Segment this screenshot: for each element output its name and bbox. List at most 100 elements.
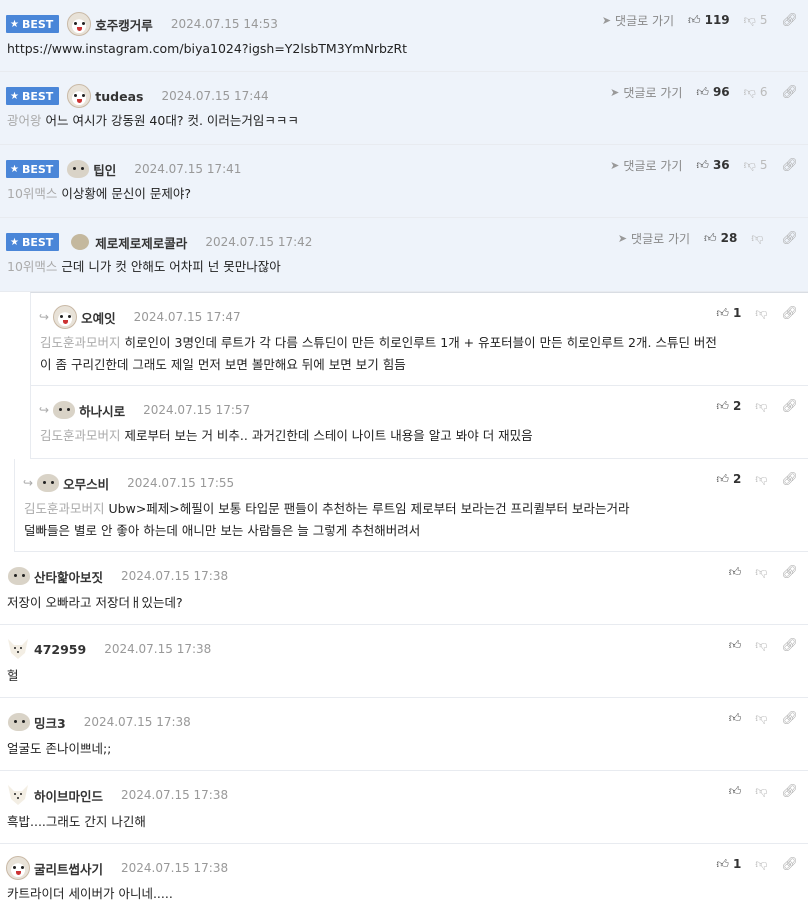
comment-body: 얼굴도 존나이쁘네;; bbox=[7, 738, 111, 760]
nickname[interactable]: 하나시로 bbox=[79, 401, 125, 420]
goto-comment-button[interactable]: ➤ 댓글로 가기 bbox=[610, 84, 682, 101]
avatar[interactable] bbox=[67, 12, 92, 36]
downvote-button[interactable]: 👎︎ bbox=[755, 472, 767, 487]
avatar[interactable] bbox=[6, 637, 30, 661]
downvote-button[interactable]: 👎︎ bbox=[755, 784, 767, 799]
user-tag: 10위맥스 bbox=[7, 186, 58, 201]
nickname[interactable]: 오무스비 bbox=[63, 474, 109, 493]
upvote-button[interactable]: 👍︎ 96 bbox=[696, 85, 729, 100]
link-icon[interactable]: 🔗︎ bbox=[781, 472, 798, 487]
avatar[interactable] bbox=[53, 401, 76, 419]
link-icon[interactable]: 🔗︎ bbox=[781, 13, 798, 28]
downvote-button[interactable]: 👎︎ bbox=[755, 399, 767, 414]
link-icon[interactable]: 🔗︎ bbox=[781, 306, 798, 321]
downvote-count: 5 bbox=[759, 158, 768, 172]
send-arrow-icon: ➤ bbox=[610, 85, 620, 99]
thumbs-up-icon: 👍︎ bbox=[696, 157, 709, 172]
goto-comment-button[interactable]: ➤ 댓글로 가기 bbox=[610, 157, 682, 174]
nickname[interactable]: 호주캥거루 bbox=[95, 15, 153, 34]
downvote-button[interactable]: 👎︎ 5 bbox=[744, 13, 768, 28]
avatar[interactable] bbox=[8, 713, 30, 731]
upvote-button[interactable]: 👍︎ bbox=[729, 784, 742, 799]
upvote-button[interactable]: 👍︎ 119 bbox=[688, 13, 730, 28]
upvote-button[interactable]: 👍︎ 2 bbox=[716, 399, 741, 414]
nickname[interactable]: 팁인 bbox=[93, 160, 116, 179]
link-icon[interactable]: 🔗︎ bbox=[781, 711, 798, 726]
nickname[interactable]: tudeas bbox=[95, 89, 143, 104]
thumbs-up-icon: 👍︎ bbox=[728, 637, 742, 652]
upvote-button[interactable]: 👍︎ 1 bbox=[716, 306, 741, 321]
link-icon[interactable]: 🔗︎ bbox=[781, 784, 798, 799]
downvote-button[interactable]: 👎︎ bbox=[755, 306, 767, 321]
upvote-count: 2 bbox=[732, 472, 742, 486]
nickname[interactable]: 472959 bbox=[34, 642, 86, 657]
link-icon[interactable]: 🔗︎ bbox=[781, 85, 798, 100]
comment-text: 흑밥....그래도 간지 나긴해 bbox=[7, 814, 146, 829]
nickname[interactable]: 하이브마인드 bbox=[34, 786, 103, 805]
thumbs-down-icon: 👎︎ bbox=[743, 12, 756, 27]
comment: ★ BEST tudeas 2024.07.15 17:44 ➤ 댓글로 가기 👍︎… bbox=[0, 72, 808, 145]
comment-text: 이상황에 문신이 문제야? bbox=[61, 186, 191, 201]
comment-actions: 👍︎ 👎︎ 🔗︎ bbox=[729, 710, 798, 726]
avatar[interactable] bbox=[6, 856, 30, 880]
upvote-button[interactable]: 👍︎ 28 bbox=[704, 231, 737, 246]
downvote-button[interactable]: 👎︎ bbox=[755, 638, 767, 653]
goto-label: 댓글로 가기 bbox=[631, 231, 691, 246]
nickname[interactable]: 굴리트썹사기 bbox=[34, 859, 103, 878]
upvote-button[interactable]: 👍︎ bbox=[729, 711, 742, 726]
comment-header: 굴리트썹사기 2024.07.15 17:38 bbox=[6, 856, 228, 880]
link-icon[interactable]: 🔗︎ bbox=[781, 857, 798, 872]
avatar[interactable] bbox=[67, 84, 92, 108]
timestamp: 2024.07.15 17:38 bbox=[121, 569, 229, 583]
nickname[interactable]: 제로제로제로콜라 bbox=[95, 233, 187, 252]
star-icon: ★ bbox=[10, 236, 19, 248]
goto-comment-button[interactable]: ➤ 댓글로 가기 bbox=[618, 230, 690, 247]
downvote-button[interactable]: 👎︎ bbox=[751, 231, 767, 246]
upvote-button[interactable]: 👍︎ 36 bbox=[696, 158, 729, 173]
comment-header: ↪ 오예잇 2024.07.15 17:47 bbox=[39, 305, 241, 329]
avatar[interactable] bbox=[6, 783, 30, 807]
comment-text: Ubw>페제>헤필이 보통 타입문 팬들이 추천하는 루트임 제로부터 보라는건… bbox=[108, 501, 630, 516]
thumbs-down-icon: 👎︎ bbox=[755, 783, 768, 798]
downvote-button[interactable]: 👎︎ bbox=[755, 565, 767, 580]
upvote-button[interactable]: 👍︎ 2 bbox=[716, 472, 741, 487]
downvote-button[interactable]: 👎︎ 5 bbox=[744, 158, 768, 173]
link-icon[interactable]: 🔗︎ bbox=[781, 638, 798, 653]
comment-text: 카트라이더 세이버가 아니네..... bbox=[7, 886, 173, 901]
avatar[interactable] bbox=[67, 160, 90, 178]
nickname[interactable]: 오예잇 bbox=[81, 308, 116, 327]
link-icon[interactable]: 🔗︎ bbox=[781, 565, 798, 580]
comment-header: ★ BEST 팁인 2024.07.15 17:41 bbox=[6, 157, 241, 181]
send-arrow-icon: ➤ bbox=[610, 158, 620, 172]
downvote-button[interactable]: 👎︎ bbox=[755, 711, 767, 726]
comment: 472959 2024.07.15 17:38 👍︎ 👎︎ 🔗︎ 헐 bbox=[0, 625, 808, 698]
best-label: BEST bbox=[21, 162, 54, 176]
goto-comment-button[interactable]: ➤ 댓글로 가기 bbox=[602, 12, 674, 29]
upvote-button[interactable]: 👍︎ bbox=[729, 565, 742, 580]
comment-text[interactable]: https://www.instagram.com/biya1024?igsh=… bbox=[7, 41, 407, 56]
avatar[interactable] bbox=[71, 234, 90, 250]
timestamp: 2024.07.15 17:38 bbox=[121, 788, 229, 802]
nickname[interactable]: 밍크3 bbox=[34, 713, 66, 732]
comment: 밍크3 2024.07.15 17:38 👍︎ 👎︎ 🔗︎ 얼굴도 존나이쁘네;… bbox=[0, 698, 808, 771]
upvote-button[interactable]: 👍︎ bbox=[729, 638, 742, 653]
thumbs-down-icon: 👎︎ bbox=[755, 856, 768, 871]
avatar[interactable] bbox=[37, 474, 60, 492]
thumbs-up-icon: 👍︎ bbox=[716, 398, 729, 413]
downvote-button[interactable]: 👎︎ 6 bbox=[744, 85, 768, 100]
nickname[interactable]: 산타핥아보짓 bbox=[34, 567, 103, 586]
link-icon[interactable]: 🔗︎ bbox=[781, 231, 798, 246]
upvote-button[interactable]: 👍︎ 1 bbox=[716, 857, 741, 872]
user-tag: 광어왕 bbox=[7, 113, 42, 128]
comment-body: 헐 bbox=[7, 665, 19, 687]
avatar[interactable] bbox=[8, 567, 30, 585]
thumbs-down-icon: 👎︎ bbox=[755, 398, 768, 413]
comment-text: 제로부터 보는 거 비추.. 과거긴한데 스테이 나이트 내용을 알고 봐야 더… bbox=[124, 428, 533, 443]
star-icon: ★ bbox=[10, 90, 19, 102]
link-icon[interactable]: 🔗︎ bbox=[781, 399, 798, 414]
user-tag: 10위맥스 bbox=[7, 259, 58, 274]
link-icon[interactable]: 🔗︎ bbox=[781, 158, 798, 173]
avatar[interactable] bbox=[53, 305, 78, 329]
comment-actions: ➤ 댓글로 가기 👍︎ 119 👎︎ 5 🔗︎ bbox=[602, 12, 798, 28]
downvote-button[interactable]: 👎︎ bbox=[755, 857, 767, 872]
